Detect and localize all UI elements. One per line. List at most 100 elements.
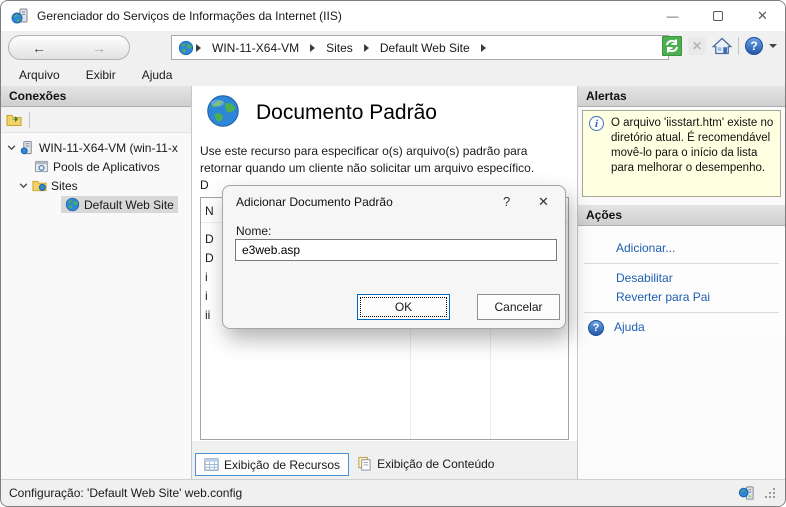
tree-selection: Default Web Site xyxy=(61,196,178,213)
help-icon: ? xyxy=(588,320,604,336)
tree-item-label: WIN-11-X64-VM (win-11-x xyxy=(39,141,178,155)
action-reverter-para-pai[interactable]: Reverter para Pai xyxy=(616,288,785,307)
address-bar: ← → WIN-11-X64-VM Sites Default Web Site xyxy=(1,31,785,63)
action-desabilitar[interactable]: Desabilitar xyxy=(616,269,785,288)
globe-icon xyxy=(65,197,80,212)
connections-tree: WIN-11-X64-VM (win-11-x Pools de Aplicat… xyxy=(1,133,191,214)
sites-folder-icon xyxy=(32,178,47,193)
breadcrumb-separator-icon xyxy=(481,44,486,52)
toolbar-separator xyxy=(738,37,739,55)
actions-divider xyxy=(584,312,779,313)
application-pools-icon xyxy=(34,159,49,174)
menu-arquivo[interactable]: Arquivo xyxy=(6,65,73,85)
status-bar: Configuração: 'Default Web Site' web.con… xyxy=(1,479,785,506)
menu-exibir[interactable]: Exibir xyxy=(73,65,129,85)
dialog-help-button[interactable]: ? xyxy=(503,194,510,209)
back-button[interactable]: ← xyxy=(9,36,69,59)
connections-toolbar xyxy=(1,107,191,133)
breadcrumb: WIN-11-X64-VM Sites Default Web Site xyxy=(171,35,669,60)
actions-divider xyxy=(584,263,779,264)
features-view-icon xyxy=(204,457,219,472)
actions-pane: Adicionar... Desabilitar Reverter para P… xyxy=(578,226,785,337)
breadcrumb-separator-icon xyxy=(364,44,369,52)
refresh-button[interactable] xyxy=(662,36,682,56)
maximize-button[interactable] xyxy=(695,1,740,31)
menu-bar: Arquivo Exibir Ajuda xyxy=(1,63,785,86)
action-ajuda[interactable]: Ajuda xyxy=(614,318,645,337)
minimize-icon: — xyxy=(667,9,679,23)
name-input[interactable] xyxy=(235,239,557,261)
connections-header: Conexões xyxy=(1,86,191,107)
alerts-header: Alertas xyxy=(578,86,785,107)
breadcrumb-server[interactable]: WIN-11-X64-VM xyxy=(203,41,308,55)
server-icon xyxy=(20,140,35,155)
status-text: Configuração: 'Default Web Site' web.con… xyxy=(9,486,242,500)
tree-item-app-pools[interactable]: Pools de Aplicativos xyxy=(1,157,191,176)
forward-icon: → xyxy=(92,40,106,56)
tab-label: Exibição de Recursos xyxy=(224,458,340,472)
tree-item-label: Sites xyxy=(51,179,78,193)
tab-features-view[interactable]: Exibição de Recursos xyxy=(195,453,349,476)
dialog-close-button[interactable]: ✕ xyxy=(538,194,549,210)
close-button[interactable]: ✕ xyxy=(740,1,785,31)
help-dropdown-icon[interactable] xyxy=(769,44,777,48)
ok-label: OK xyxy=(395,300,412,314)
dialog-title: Adicionar Documento Padrão xyxy=(236,195,393,209)
home-button[interactable] xyxy=(712,36,732,56)
iis-app-icon xyxy=(11,7,29,25)
info-icon: i xyxy=(589,116,604,131)
tree-item-label: Pools de Aplicativos xyxy=(53,160,160,174)
content-view-icon xyxy=(357,456,372,471)
name-label: Nome: xyxy=(236,224,271,238)
description-line: Use este recurso para especificar o(s) a… xyxy=(200,143,570,160)
close-icon: ✕ xyxy=(538,194,549,209)
info-glyph: i xyxy=(595,118,598,130)
cancel-label: Cancelar xyxy=(494,300,542,314)
tree-item-sites[interactable]: Sites xyxy=(1,176,191,195)
actions-header: Ações xyxy=(578,205,785,226)
menu-ajuda[interactable]: Ajuda xyxy=(129,65,186,85)
title-bar: Gerenciador do Serviços de Informações d… xyxy=(1,1,785,31)
tab-label: Exibição de Conteúdo xyxy=(377,457,494,471)
ok-button[interactable]: OK xyxy=(357,294,450,320)
stop-button[interactable]: ✕ xyxy=(688,37,706,55)
globe-icon xyxy=(178,40,194,56)
description-line: retornar quando um cliente não solicitar… xyxy=(200,160,570,177)
help-icon: ? xyxy=(750,39,757,53)
forward-button[interactable]: → xyxy=(69,36,129,59)
tab-content-view[interactable]: Exibição de Conteúdo xyxy=(349,453,502,474)
help-button[interactable]: ? xyxy=(745,37,763,55)
action-adicionar[interactable]: Adicionar... xyxy=(616,239,785,258)
maximize-icon xyxy=(713,11,723,21)
save-connection-icon[interactable] xyxy=(6,112,22,128)
alert-message-box: i O arquivo 'iisstart.htm' existe no dir… xyxy=(582,110,781,197)
stop-icon: ✕ xyxy=(692,39,702,53)
question-icon: ? xyxy=(503,194,510,209)
breadcrumb-separator-icon xyxy=(196,44,201,52)
view-tabs: Exibição de Recursos Exibição de Conteúd… xyxy=(192,441,577,481)
cancel-button[interactable]: Cancelar xyxy=(477,294,560,320)
iis-manager-window: Gerenciador do Serviços de Informações d… xyxy=(0,0,786,507)
chevron-expanded-icon[interactable] xyxy=(19,181,28,190)
add-default-document-dialog: Adicionar Documento Padrão ? ✕ Nome: OK … xyxy=(222,185,566,329)
right-panel: Alertas i O arquivo 'iisstart.htm' exist… xyxy=(578,86,785,479)
chevron-expanded-icon[interactable] xyxy=(7,143,16,152)
breadcrumb-default-web-site[interactable]: Default Web Site xyxy=(371,41,479,55)
close-icon: ✕ xyxy=(757,8,768,24)
toolbar-separator xyxy=(29,112,30,128)
minimize-button[interactable]: — xyxy=(650,1,695,31)
server-status-icon xyxy=(738,485,755,502)
back-icon: ← xyxy=(32,40,46,56)
page-title: Documento Padrão xyxy=(256,101,437,125)
resize-grip[interactable] xyxy=(763,486,777,500)
navigation-buttons: ← → xyxy=(8,35,130,60)
connections-panel: Conexões WIN-11-X64-VM (win-11-x xyxy=(1,86,191,479)
alert-text: O arquivo 'iisstart.htm' existe no diret… xyxy=(611,116,774,191)
breadcrumb-separator-icon xyxy=(310,44,315,52)
tree-item-server[interactable]: WIN-11-X64-VM (win-11-x xyxy=(1,138,191,157)
window-title: Gerenciador do Serviços de Informações d… xyxy=(37,9,342,23)
tree-item-default-web-site[interactable]: Default Web Site xyxy=(1,195,191,214)
breadcrumb-sites[interactable]: Sites xyxy=(317,41,362,55)
globe-icon xyxy=(205,93,241,129)
tree-item-label: Default Web Site xyxy=(84,198,174,212)
